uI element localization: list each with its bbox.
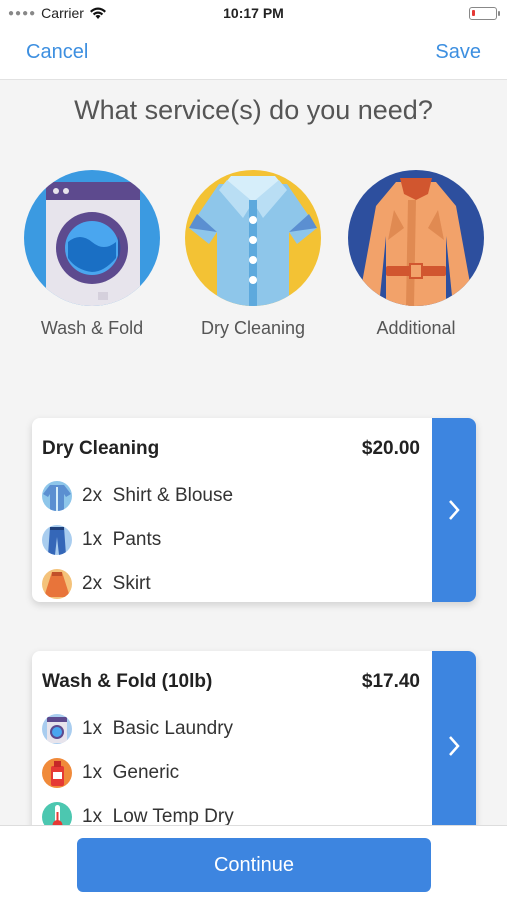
card-chevron-button[interactable] bbox=[432, 418, 476, 602]
list-item: 2x Skirt bbox=[42, 562, 233, 602]
card-price: $20.00 bbox=[361, 438, 420, 459]
page-title: What service(s) do you need? bbox=[74, 95, 433, 125]
washing-machine-icon bbox=[24, 170, 160, 306]
service-label: Additional bbox=[376, 318, 456, 338]
chevron-right-icon bbox=[449, 736, 460, 756]
detergent-icon bbox=[42, 758, 72, 788]
continue-button[interactable]: Continue bbox=[77, 838, 431, 892]
washer-icon bbox=[42, 714, 72, 744]
cancel-button[interactable]: Cancel bbox=[26, 41, 88, 64]
card-price: $17.40 bbox=[361, 671, 420, 692]
battery-icon bbox=[469, 7, 500, 20]
list-item: 1x Basic Laundry bbox=[42, 707, 234, 751]
shirt-icon bbox=[42, 481, 72, 511]
service-additional[interactable]: Additional bbox=[346, 170, 486, 339]
card-title: Dry Cleaning bbox=[42, 438, 160, 459]
clock: 10:17 PM bbox=[223, 5, 284, 21]
skirt-icon bbox=[42, 569, 72, 599]
shirt-icon bbox=[185, 170, 321, 306]
order-card-dry-cleaning[interactable]: Dry Cleaning $20.00 2x Shirt & Blouse 1x… bbox=[32, 418, 476, 602]
navigation-bar: Cancel Save bbox=[0, 28, 507, 80]
list-item: 1x Pants bbox=[42, 518, 233, 562]
service-wash-fold[interactable]: Wash & Fold bbox=[22, 170, 162, 339]
bottom-bar: Continue bbox=[0, 825, 507, 900]
status-bar: ●●●● Carrier 10:17 PM bbox=[0, 0, 507, 28]
chevron-right-icon bbox=[449, 500, 460, 520]
service-dry-cleaning[interactable]: Dry Cleaning bbox=[183, 170, 323, 339]
service-label: Dry Cleaning bbox=[200, 318, 306, 338]
coat-icon bbox=[348, 170, 484, 306]
service-label: Wash & Fold bbox=[40, 318, 144, 338]
save-button[interactable]: Save bbox=[435, 41, 481, 64]
list-item: 1x Generic bbox=[42, 751, 234, 795]
order-card-wash-fold[interactable]: Wash & Fold (10lb) $17.40 1x Basic Laund… bbox=[32, 651, 476, 841]
list-item: 2x Shirt & Blouse bbox=[42, 474, 233, 518]
card-title: Wash & Fold (10lb) bbox=[42, 671, 213, 692]
pants-icon bbox=[42, 525, 72, 555]
card-chevron-button[interactable] bbox=[432, 651, 476, 841]
